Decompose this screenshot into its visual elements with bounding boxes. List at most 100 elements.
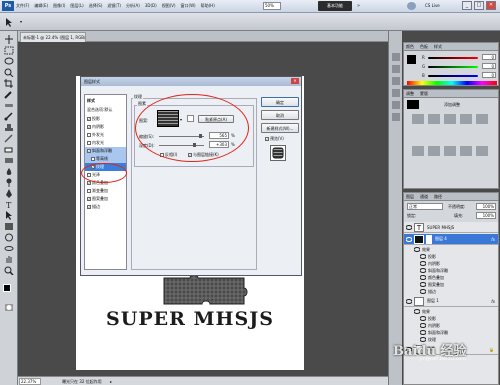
cslive-button[interactable]: CS Live bbox=[425, 3, 440, 8]
crop-tool-icon[interactable] bbox=[4, 79, 14, 88]
actions-panel-icon[interactable] bbox=[392, 65, 400, 73]
fill-input[interactable]: 100% bbox=[476, 212, 496, 219]
effect-row[interactable]: 图案叠加 bbox=[418, 281, 498, 288]
menu-window[interactable]: 窗口(W) bbox=[181, 3, 196, 9]
style-checkbox[interactable] bbox=[87, 133, 91, 137]
hand-tool-icon[interactable] bbox=[4, 255, 14, 264]
visibility-eye-icon[interactable] bbox=[420, 316, 426, 321]
style-checkbox[interactable] bbox=[91, 157, 95, 161]
healing-brush-tool-icon[interactable] bbox=[4, 101, 14, 110]
menu-select[interactable]: 选择(S) bbox=[89, 3, 103, 9]
zoom-tool-icon[interactable] bbox=[4, 266, 14, 276]
red-input[interactable]: 0 bbox=[482, 54, 496, 60]
vibrance-icon[interactable] bbox=[476, 114, 488, 124]
effect-row[interactable]: 内阴影 bbox=[418, 260, 498, 267]
menu-3d[interactable]: 3D(D) bbox=[145, 3, 157, 9]
tab-channels[interactable]: 通道 bbox=[420, 194, 428, 199]
style-item-gradient-overlay[interactable]: 渐变叠加 bbox=[85, 187, 126, 195]
style-item-bevel-emboss[interactable]: ✓ 斜面和浮雕 bbox=[85, 147, 126, 155]
style-item-stroke[interactable]: ✓ 描边 bbox=[85, 203, 126, 211]
move-tool-icon[interactable] bbox=[4, 35, 14, 44]
brightness-icon[interactable] bbox=[412, 114, 424, 124]
effect-row[interactable]: 斜面和浮雕 bbox=[418, 329, 498, 336]
effect-row[interactable]: 投影 bbox=[418, 315, 498, 322]
red-slider[interactable] bbox=[428, 57, 478, 59]
minimize-button[interactable]: _ bbox=[462, 1, 472, 10]
menu-layer[interactable]: 图层(L) bbox=[70, 3, 83, 9]
marquee-tool-icon[interactable] bbox=[4, 46, 14, 55]
visibility-eye-icon[interactable] bbox=[420, 330, 426, 335]
move-tool-icon[interactable] bbox=[4, 17, 18, 27]
channel-mixer-icon[interactable] bbox=[476, 146, 488, 156]
style-checkbox[interactable]: ✓ bbox=[87, 117, 91, 121]
eyedropper-tool-icon[interactable] bbox=[4, 90, 14, 99]
style-checkbox[interactable]: ✓ bbox=[87, 205, 91, 209]
dodge-tool-icon[interactable] bbox=[4, 178, 14, 187]
green-input[interactable]: 0 bbox=[482, 63, 496, 69]
visibility-eye-icon[interactable] bbox=[420, 282, 426, 287]
hue-saturation-icon[interactable] bbox=[412, 146, 424, 156]
blue-slider[interactable] bbox=[428, 75, 478, 77]
tab-adjustments[interactable]: 调整 bbox=[406, 91, 414, 96]
style-item-contour[interactable]: 等高线 bbox=[85, 155, 126, 163]
style-checkbox[interactable]: ✓ bbox=[87, 149, 91, 153]
type-tool-icon[interactable]: T bbox=[4, 200, 14, 210]
quick-mask-icon[interactable] bbox=[4, 303, 14, 312]
menu-help[interactable]: 帮助(H) bbox=[201, 3, 215, 9]
zoom-level-field[interactable]: 22.37% bbox=[19, 378, 41, 385]
menu-view[interactable]: 视图(V) bbox=[162, 3, 176, 9]
paragraph-panel-icon[interactable] bbox=[392, 101, 400, 109]
tool-preset-chevron-icon[interactable]: ▾ bbox=[20, 19, 22, 24]
photo-filter-icon[interactable] bbox=[460, 146, 472, 156]
dialog-close-button[interactable]: ✕ bbox=[291, 78, 299, 84]
color-ramp[interactable] bbox=[407, 81, 497, 85]
effect-row[interactable]: 内阴影 bbox=[418, 322, 498, 329]
3d-rotate-tool-icon[interactable] bbox=[4, 233, 14, 242]
opacity-input[interactable]: 100% bbox=[476, 203, 496, 210]
brush-panel-icon[interactable] bbox=[392, 77, 400, 85]
tab-swatches[interactable]: 色板 bbox=[420, 44, 428, 49]
menu-image[interactable]: 图像(I) bbox=[53, 3, 65, 9]
style-checkbox[interactable] bbox=[87, 189, 91, 193]
layer-row[interactable]: 图层 1 fx bbox=[404, 296, 498, 307]
style-item-pattern-overlay[interactable]: ✓ 图案叠加 bbox=[85, 195, 126, 203]
menu-analysis[interactable]: 分析(A) bbox=[126, 3, 140, 9]
shape-tool-icon[interactable] bbox=[4, 222, 14, 231]
visibility-eye-icon[interactable] bbox=[414, 247, 420, 252]
history-panel-icon[interactable] bbox=[392, 53, 400, 61]
effect-row[interactable]: 描边 bbox=[418, 288, 498, 295]
style-checkbox[interactable]: ✓ bbox=[87, 125, 91, 129]
blend-options-item[interactable]: 混合选项:默认 bbox=[85, 106, 126, 114]
styles-header[interactable]: 样式 bbox=[85, 97, 126, 105]
visibility-eye-icon[interactable] bbox=[406, 224, 412, 230]
foreground-swatch[interactable] bbox=[407, 55, 416, 64]
style-checkbox[interactable]: ✓ bbox=[87, 197, 91, 201]
style-checkbox[interactable] bbox=[87, 141, 91, 145]
history-brush-tool-icon[interactable] bbox=[4, 134, 14, 143]
effect-row[interactable]: 斜面和浮雕 bbox=[418, 267, 498, 274]
visibility-eye-icon[interactable] bbox=[406, 298, 412, 304]
curves-icon[interactable] bbox=[444, 114, 456, 124]
visibility-eye-icon[interactable] bbox=[406, 236, 412, 242]
maximize-button[interactable]: □ bbox=[474, 1, 484, 10]
document-tab[interactable]: 未标题-1 @ 22.4% (图层 1, RGB/8) bbox=[20, 32, 86, 42]
path-select-tool-icon[interactable] bbox=[4, 211, 14, 220]
menu-edit[interactable]: 编辑(E) bbox=[34, 3, 48, 9]
cancel-button[interactable]: 取消 bbox=[261, 110, 299, 120]
blue-input[interactable]: 0 bbox=[482, 72, 496, 78]
close-button[interactable]: ✕ bbox=[486, 1, 496, 10]
visibility-eye-icon[interactable] bbox=[420, 323, 426, 328]
new-style-button[interactable]: 新建样式(W)... bbox=[261, 123, 299, 133]
layer-row-selected[interactable]: 图层 4 fx bbox=[404, 234, 498, 245]
workspace-button[interactable]: 基本功能 bbox=[318, 1, 352, 11]
3d-orbit-tool-icon[interactable] bbox=[4, 244, 14, 253]
blend-mode-select[interactable]: 正常 bbox=[407, 203, 443, 210]
zoom-dropdown[interactable]: 50% bbox=[263, 2, 281, 10]
style-item-inner-glow[interactable]: 内发光 bbox=[85, 139, 126, 147]
tab-masks[interactable]: 蒙版 bbox=[420, 91, 428, 96]
black-white-icon[interactable] bbox=[444, 146, 456, 156]
ok-button[interactable]: 确定 bbox=[261, 97, 299, 107]
layer-row-text[interactable]: T SUPER MHSJS bbox=[404, 222, 498, 233]
lasso-tool-icon[interactable] bbox=[4, 57, 14, 66]
style-checkbox[interactable]: ✓ bbox=[87, 181, 91, 185]
